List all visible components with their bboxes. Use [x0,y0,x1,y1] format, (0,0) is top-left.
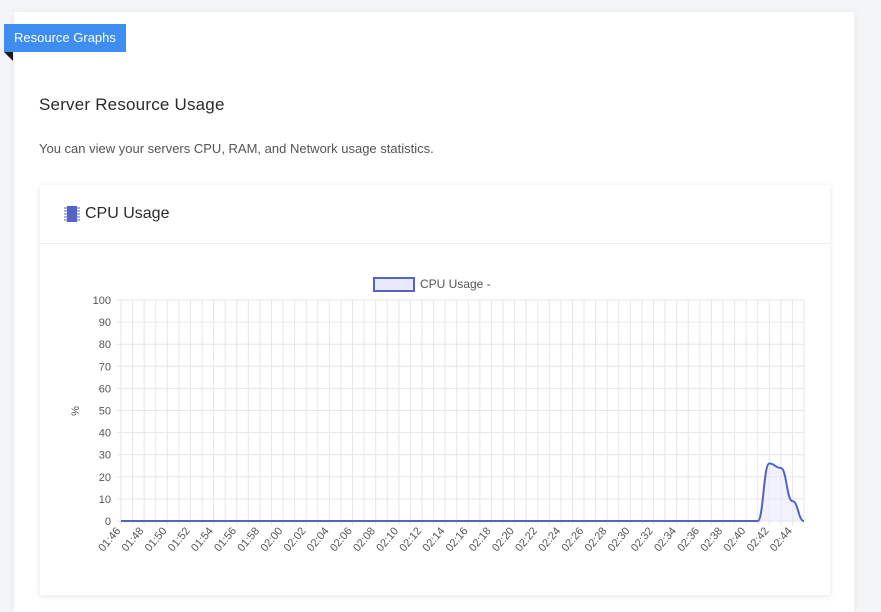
y-tick-label: 20 [99,472,111,484]
x-tick-label: 02:22 [513,525,540,554]
y-tick-label: 40 [99,428,111,440]
x-tick-label: 02:02 [282,525,309,554]
y-tick-label: 50 [99,406,111,418]
x-tick-label: 02:24 [536,525,563,554]
y-tick-label: 60 [99,383,111,395]
x-tick-label: 02:32 [629,525,656,554]
x-tick-label: 02:20 [490,525,517,554]
legend-swatch [373,277,415,292]
x-tick-label: 02:00 [258,525,285,554]
y-tick-label: 80 [99,339,111,351]
x-tick-label: 01:54 [189,525,216,554]
x-tick-label: 02:08 [351,525,378,554]
y-tick-label: 100 [93,295,111,307]
x-tick-label: 02:26 [559,525,586,554]
y-tick-label: 10 [99,494,111,506]
y-tick-label: 30 [99,450,111,462]
y-tick-label: 0 [105,516,111,528]
ribbon-fold [4,52,13,61]
x-tick-label: 02:06 [328,525,355,554]
x-tick-label: 01:48 [120,525,147,554]
x-tick-label: 02:16 [444,525,471,554]
x-tick-label: 01:56 [212,525,239,554]
x-tick-label: 02:14 [421,525,448,554]
x-tick-label: 01:46 [96,525,123,554]
y-tick-label: 90 [99,317,111,329]
y-tick-label: 70 [99,361,111,373]
x-tick-label: 02:38 [698,525,725,554]
x-tick-label: 02:30 [606,525,633,554]
x-tick-label: 01:50 [143,525,170,554]
x-tick-label: 02:40 [722,525,749,554]
x-tick-label: 02:44 [768,525,795,554]
series-area [121,463,804,521]
x-tick-label: 02:34 [652,525,679,554]
resource-graphs-ribbon: Resource Graphs [4,24,126,52]
y-axis-label: % [70,406,82,416]
x-tick-label: 02:28 [583,525,610,554]
x-tick-label: 02:42 [745,525,772,554]
x-tick-label: 02:36 [675,525,702,554]
x-tick-label: 01:52 [166,525,193,554]
cpu-usage-chart: 0102030405060708090100%01:4601:4801:5001… [70,277,805,554]
legend-label: CPU Usage - [420,277,491,291]
x-tick-label: 02:10 [374,525,401,554]
x-tick-label: 02:12 [397,525,424,554]
x-tick-label: 01:58 [235,525,262,554]
x-tick-label: 02:18 [467,525,494,554]
series-line [120,462,805,522]
x-tick-label: 02:04 [305,525,332,554]
